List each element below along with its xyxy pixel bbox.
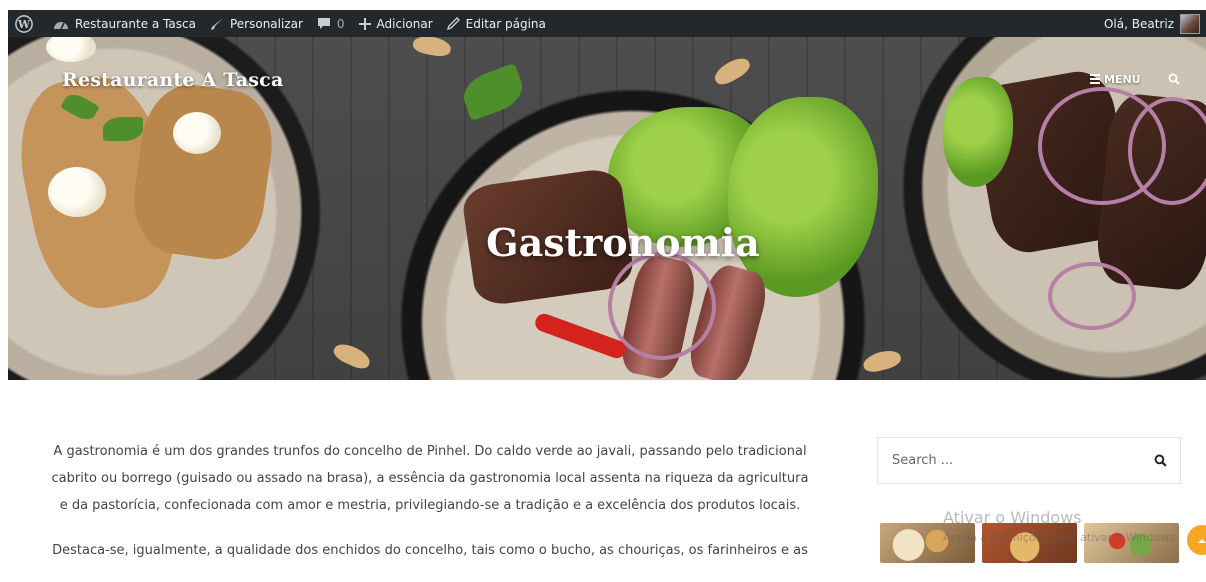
- wordpress-icon: W: [15, 14, 33, 33]
- wordpress-logo-button[interactable]: W: [8, 10, 46, 37]
- edit-page-label: Editar página: [465, 16, 546, 31]
- search-toggle-button[interactable]: [1168, 72, 1180, 90]
- onion-ring: [1048, 262, 1136, 330]
- hamburger-icon: [1090, 72, 1100, 86]
- arrow-up-icon: [1198, 538, 1206, 543]
- onion-ring: [1128, 97, 1206, 205]
- comments-link[interactable]: 0: [310, 10, 352, 37]
- comments-count: 0: [336, 16, 345, 31]
- admin-bar: W Restaurante a Tasca Personalizar 0 Adi…: [8, 10, 1206, 37]
- search-icon: [1168, 73, 1180, 85]
- page-title: Gastronomia: [486, 220, 760, 265]
- sauce-dollop: [48, 167, 106, 217]
- windows-activation-watermark: Ativar o Windows: [943, 508, 1082, 527]
- search-input[interactable]: [878, 452, 1140, 469]
- windows-activation-subtext: Aceda a Definições para ativar o Windows…: [943, 531, 1179, 544]
- cashew-nut: [711, 53, 753, 89]
- scroll-to-top-button[interactable]: [1187, 525, 1206, 555]
- parsley-garnish: [103, 117, 143, 141]
- site-name-link[interactable]: Restaurante a Tasca: [46, 10, 203, 37]
- edit-page-link[interactable]: Editar página: [440, 10, 553, 37]
- content-paragraph: Destaca-se, igualmente, a qualidade dos …: [52, 543, 808, 558]
- sidebar-search-form: [877, 437, 1181, 484]
- site-title[interactable]: Restaurante A Tasca: [62, 69, 283, 91]
- sauce-dollop: [173, 112, 221, 154]
- menu-button[interactable]: MENU: [1090, 72, 1141, 86]
- add-new-link[interactable]: Adicionar: [352, 10, 440, 37]
- svg-text:W: W: [17, 18, 31, 31]
- user-account-menu[interactable]: Olá, Beatriz: [1097, 10, 1206, 37]
- avatar: [1180, 13, 1200, 34]
- pencil-icon: [446, 17, 460, 30]
- add-new-label: Adicionar: [376, 16, 433, 31]
- user-greeting: Olá, Beatriz: [1103, 16, 1174, 31]
- menu-label: MENU: [1104, 72, 1141, 86]
- customize-link[interactable]: Personalizar: [203, 10, 310, 37]
- search-icon: [1154, 454, 1167, 467]
- entry-content: A gastronomia é um dos grandes trunfos d…: [50, 438, 810, 582]
- site-name-label: Restaurante a Tasca: [75, 16, 196, 31]
- content-paragraph: A gastronomia é um dos grandes trunfos d…: [51, 444, 809, 513]
- plus-icon: [358, 17, 371, 30]
- search-submit-button[interactable]: [1140, 454, 1180, 467]
- brush-icon: [210, 17, 223, 30]
- customize-label: Personalizar: [229, 16, 303, 31]
- cashew-nut: [330, 339, 374, 373]
- dashboard-icon: [54, 21, 68, 29]
- comment-icon: [317, 18, 330, 29]
- cashew-nut: [411, 37, 453, 59]
